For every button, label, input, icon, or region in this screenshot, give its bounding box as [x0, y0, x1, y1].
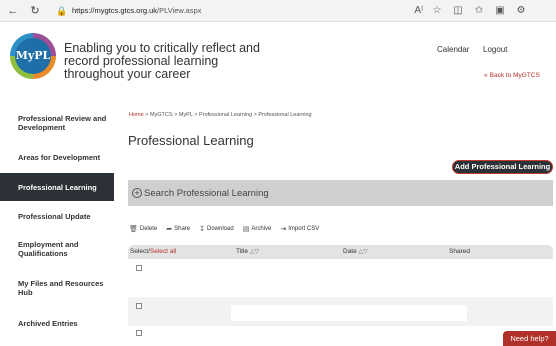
shared-header-label: Shared [449, 248, 470, 255]
url-host: https://mygtcs.gtcs.org.uk [72, 6, 158, 15]
share-icon: ➦ [166, 226, 173, 233]
lock-icon: 🔒 [56, 6, 68, 16]
title-column-header[interactable]: Title △▽ [236, 248, 259, 255]
sidebar-item-label: Professional Learning [18, 182, 97, 192]
logout-link[interactable]: Logout [483, 45, 507, 54]
sidebar-item-files-hub[interactable]: My Files and Resources Hub [0, 274, 114, 302]
back-arrow-icon[interactable]: ← [6, 4, 20, 18]
need-help-button[interactable]: Need help? [503, 331, 556, 346]
sidebar-item-areas-for-development[interactable]: Areas for Development [0, 147, 114, 167]
download-icon: ↧ [199, 226, 205, 233]
read-aloud-icon[interactable]: A⁽ [412, 4, 426, 18]
select-label: Select/ [130, 248, 150, 255]
share-label: Share [174, 226, 191, 232]
import-csv-button[interactable]: ⇥ Import CSV [280, 225, 319, 233]
delete-label: Delete [139, 226, 158, 232]
sidebar-item-employment[interactable]: Employment and Qualifications [0, 235, 114, 263]
table-header: Select/Select all Title △▽ Date △▽ Share… [128, 245, 553, 259]
archive-label: Archive [251, 226, 272, 232]
search-label: Search Professional Learning [144, 187, 269, 199]
action-toolbar: 🗑 Delete ➦ Share ↧ Download ▤ Archive ⇥ Impor… [129, 224, 328, 234]
favorite-star-icon[interactable]: ☆ [430, 4, 444, 18]
search-professional-learning-toggle[interactable]: + Search Professional Learning [128, 180, 553, 206]
split-screen-icon[interactable]: ◫ [451, 4, 465, 18]
sidebar-item-label: Archived Entries [18, 318, 78, 328]
breadcrumb-home-link[interactable]: Home [129, 112, 144, 118]
sidebar-item-professional-review[interactable]: Professional Review and Development [0, 109, 114, 137]
logo-text: MyPL [15, 38, 51, 74]
reload-icon[interactable]: ↻ [28, 4, 42, 18]
archive-button[interactable]: ▤ Archive [243, 225, 272, 233]
row-title-field [231, 305, 467, 321]
sidebar-item-label: Professional Update [18, 211, 91, 221]
add-professional-learning-button[interactable]: Add Professional Learning [452, 160, 553, 174]
browser-toolbar: ← ↻ 🔒 https://mygtcs.gtcs.org.uk/PLView.… [0, 0, 556, 22]
page-title: Professional Learning [128, 133, 254, 148]
plus-circle-icon: + [132, 188, 142, 198]
back-to-mygtcs-link[interactable]: «Back to MyGTCS [484, 72, 540, 79]
download-label: Download [207, 226, 234, 232]
sidebar-nav: Professional Review and Development Area… [0, 105, 114, 346]
sidebar-item-professional-learning[interactable]: Professional Learning [0, 173, 114, 201]
download-button[interactable]: ↧ Download [199, 225, 234, 233]
select-all-link[interactable]: Select all [150, 248, 176, 255]
collections-icon[interactable]: ▣ [493, 4, 507, 18]
row-checkbox[interactable] [136, 265, 142, 271]
sidebar-item-label: Professional Review and Development [18, 114, 107, 132]
title-header-label: Title [236, 248, 249, 255]
sort-arrows-icon[interactable]: △▽ [359, 249, 368, 255]
shared-column-header: Shared [449, 248, 470, 255]
import-csv-label: Import CSV [288, 226, 320, 232]
archive-icon: ▤ [242, 226, 250, 233]
sidebar-item-label: My Files and Resources Hub [18, 279, 104, 297]
favorites-icon[interactable]: ✩ [472, 4, 486, 18]
sort-arrows-icon[interactable]: △▽ [250, 249, 259, 255]
trash-icon: 🗑 [129, 226, 138, 233]
calendar-link[interactable]: Calendar [437, 45, 469, 54]
delete-button[interactable]: 🗑 Delete [129, 225, 157, 233]
back-link-label: Back to MyGTCS [489, 72, 540, 79]
sidebar-item-label: Employment and Qualifications [18, 240, 79, 258]
row-checkbox[interactable] [136, 303, 142, 309]
sidebar-item-professional-update[interactable]: Professional Update [0, 206, 114, 226]
table-row [128, 259, 553, 288]
import-icon: ⇥ [280, 226, 287, 233]
row-checkbox[interactable] [136, 330, 142, 336]
url-text: https://mygtcs.gtcs.org.uk/PLView.aspx [72, 5, 201, 17]
back-chevron-icon: « [484, 72, 488, 79]
tagline: Enabling you to critically reflect and r… [64, 41, 260, 81]
breadcrumb: Home > MyGTCS > MyPL > Professional Lear… [129, 112, 312, 118]
date-column-header[interactable]: Date △▽ [343, 248, 368, 255]
sidebar-item-label: Areas for Development [18, 152, 101, 162]
sidebar-item-archived-entries[interactable]: Archived Entries [0, 313, 114, 333]
mypl-logo[interactable]: MyPL [10, 33, 56, 79]
url-path: /PLView.aspx [157, 6, 202, 15]
select-column-header: Select/Select all [130, 248, 176, 255]
date-header-label: Date [343, 248, 357, 255]
extensions-icon[interactable]: ⚙ [514, 4, 528, 18]
share-button[interactable]: ➦ Share [166, 225, 190, 233]
breadcrumb-trail: > MyGTCS > MyPL > Professional Learning … [143, 112, 312, 118]
